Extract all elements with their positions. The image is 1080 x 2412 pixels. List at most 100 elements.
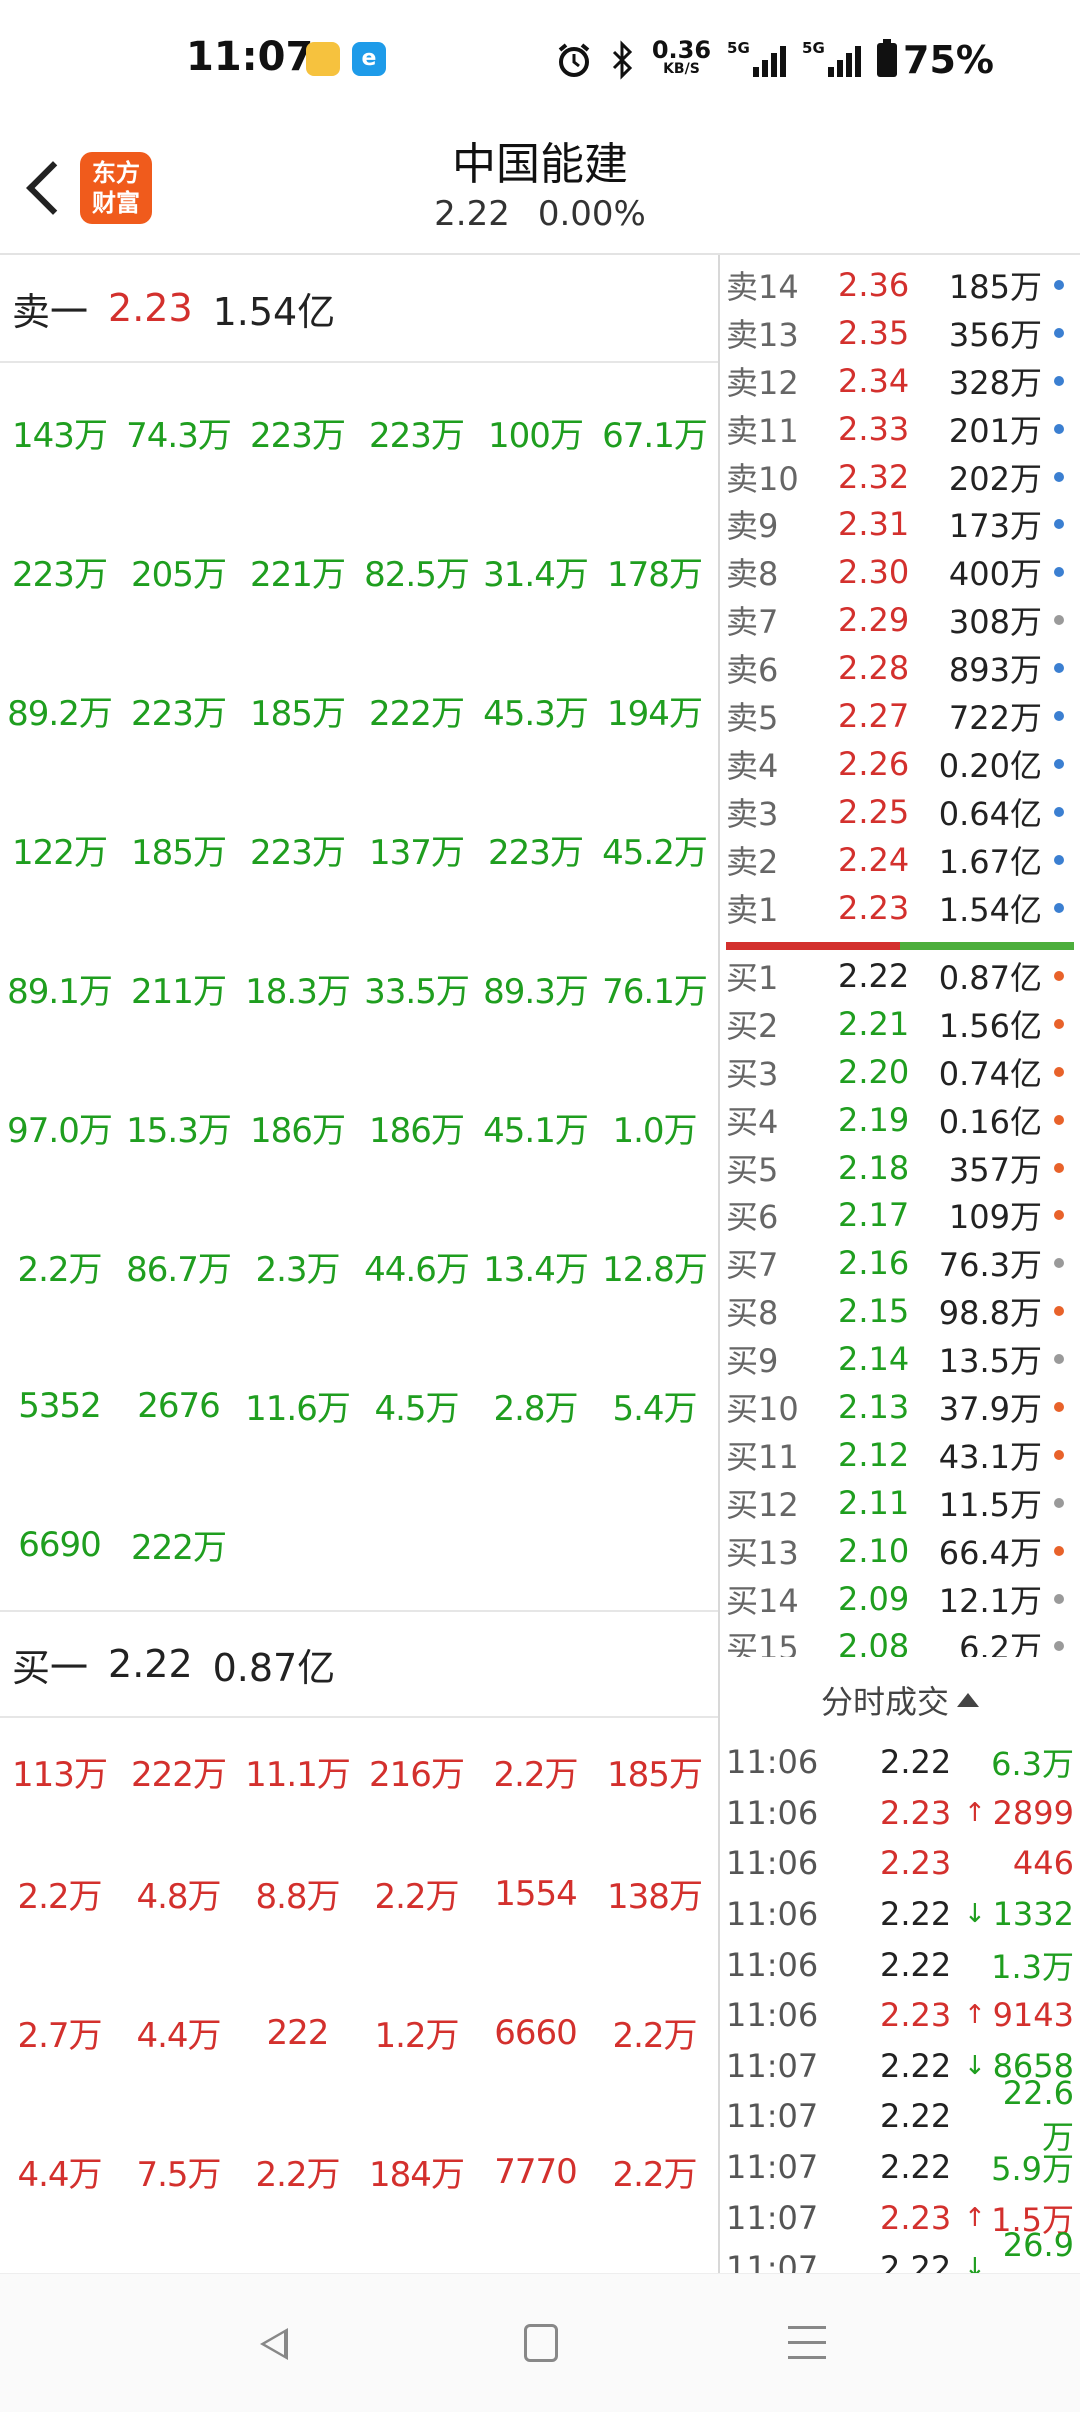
queue-cell: 222万: [131, 1528, 227, 1568]
book-level-label: 买2: [726, 1006, 779, 1045]
alarm-icon: [558, 43, 590, 77]
order-book-row[interactable]: 卖12 2.34 328万: [720, 357, 1080, 405]
ticks-header[interactable]: 分时成交: [720, 1665, 1080, 1735]
book-level-price: 2.36: [838, 265, 910, 304]
queue-cell: 2.7万: [17, 2016, 102, 2056]
sell1-volume: 1.54亿: [212, 289, 336, 334]
queue-cell: 2.2万: [374, 1877, 459, 1917]
order-book-row[interactable]: 买13 2.10 66.4万: [720, 1527, 1080, 1575]
arrow-down-icon: ↓: [964, 1899, 986, 1930]
system-nav-bar: [0, 2273, 1080, 2412]
order-book-row[interactable]: 买4 2.19 0.16亿: [720, 1096, 1080, 1144]
book-level-label: 买6: [726, 1198, 779, 1237]
order-book-row[interactable]: 卖13 2.35 356万: [720, 309, 1080, 357]
order-book-row[interactable]: 卖5 2.27 722万: [720, 692, 1080, 740]
order-book-row[interactable]: 卖7 2.29 308万: [720, 596, 1080, 644]
order-book-row[interactable]: 买11 2.12 43.1万: [720, 1431, 1080, 1479]
queue-row: 4.4万 7.5万 2.2万 184万 7770 2.2万: [0, 2102, 718, 2241]
queue-cell: 2.2万: [255, 2155, 340, 2195]
nav-menu-icon[interactable]: [788, 2326, 826, 2360]
order-book-row[interactable]: 买1 2.22 0.87亿: [720, 952, 1080, 1000]
order-book-row[interactable]: 卖14 2.36 185万: [720, 261, 1080, 309]
order-book-row[interactable]: 买8 2.15 98.8万: [720, 1287, 1080, 1335]
queue-cell: 2.2万: [17, 1877, 102, 1917]
order-book-row[interactable]: 买6 2.17 109万: [720, 1191, 1080, 1239]
queue-cell: 89.3万: [483, 972, 589, 1012]
book-level-price: 2.27: [838, 696, 910, 735]
book-dot-icon: [1054, 1114, 1064, 1125]
order-book-row[interactable]: 买10 2.13 37.9万: [720, 1383, 1080, 1431]
queue-cell: 74.3万: [126, 416, 232, 456]
queue-row: 97.0万 15.3万 186万 186万 45.1万 1.0万: [0, 1058, 718, 1197]
queue-cell: 223万: [369, 416, 465, 456]
book-level-volume: 173万: [948, 507, 1042, 546]
tick-price: 2.22: [880, 1895, 952, 1934]
status-bar: 11:07 e 0.36 KB/S 5G 5G 75%: [0, 0, 1080, 120]
order-book-row[interactable]: 买2 2.21 1.56亿: [720, 1000, 1080, 1048]
book-dot-icon: [1054, 375, 1064, 386]
queue-cell: 2.2万: [612, 2155, 697, 2195]
order-book-row[interactable]: 卖2 2.24 1.67亿: [720, 836, 1080, 884]
sell1-price: 2.23: [108, 286, 193, 330]
queue-cell: 223万: [131, 694, 227, 734]
order-book-row[interactable]: 卖1 2.23 1.54亿: [720, 884, 1080, 932]
book-level-label: 卖2: [726, 842, 779, 881]
order-book-row[interactable]: 卖3 2.25 0.64亿: [720, 788, 1080, 836]
queue-row: 2.2万 86.7万 2.3万 44.6万 13.4万 12.8万: [0, 1197, 718, 1336]
book-dot-icon: [1054, 615, 1064, 626]
order-queue-panel[interactable]: 卖一 2.23 1.54亿 143万 74.3万 223万 223万 100万 67.1万…: [0, 255, 718, 2273]
order-book-panel[interactable]: 卖14 2.36 185万 卖13 2.35 356万 卖12 2.34 328万 卖11 2.33…: [720, 255, 1080, 2308]
queue-row: 223万 205万 221万 82.5万 31.4万 178万: [0, 502, 718, 641]
order-book-row[interactable]: 卖8 2.30 400万: [720, 548, 1080, 596]
nav-back-icon[interactable]: [256, 2324, 292, 2364]
tick-price: 2.22: [880, 2148, 952, 2187]
net-speed-value: 0.36: [651, 36, 712, 64]
tick-price: 2.23: [880, 1996, 952, 2035]
order-book-row[interactable]: 买12 2.11 11.5万: [720, 1479, 1080, 1527]
tick-volume: 2899: [992, 1793, 1074, 1832]
sell1-label: 卖一: [12, 289, 89, 334]
tick-time: 11:06: [726, 1793, 819, 1832]
nav-home-icon[interactable]: [524, 2324, 558, 2362]
order-book-row[interactable]: 卖10 2.32 202万: [720, 453, 1080, 501]
book-dot-icon: [1054, 1018, 1064, 1029]
book-level-label: 卖8: [726, 555, 779, 594]
order-book-row[interactable]: 买5 2.18 357万: [720, 1144, 1080, 1192]
order-book-row[interactable]: 卖9 2.31 173万: [720, 500, 1080, 548]
order-book-buy[interactable]: 买1 2.22 0.87亿 买2 2.21 1.56亿 买3 2.20 0.74亿 买4 2.19 0…: [720, 952, 1080, 1657]
order-book-row[interactable]: 买15 2.08 6.2万: [720, 1622, 1080, 1657]
order-book-row[interactable]: 卖4 2.26 0.20亿: [720, 740, 1080, 788]
queue-cell: 178万: [607, 555, 703, 595]
queue-cell: 45.1万: [483, 1111, 589, 1151]
signal-label-2: 5G: [802, 39, 825, 57]
book-dot-icon: [1054, 1497, 1064, 1508]
queue-cell: 2.2万: [17, 1250, 102, 1290]
queue-cell: 211万: [131, 972, 227, 1012]
book-level-label: 买14: [726, 1581, 799, 1620]
book-level-price: 2.23: [838, 888, 910, 927]
order-book-row[interactable]: 卖6 2.28 893万: [720, 644, 1080, 692]
queue-cell: 1.2万: [374, 2016, 459, 2056]
book-level-volume: 185万: [948, 267, 1042, 306]
queue-cell: 216万: [369, 1755, 465, 1795]
book-level-volume: 76.3万: [938, 1246, 1042, 1285]
order-book-row[interactable]: 买3 2.20 0.74亿: [720, 1048, 1080, 1096]
order-book-row[interactable]: 买9 2.14 13.5万: [720, 1335, 1080, 1383]
tick-volume: 5.9万: [991, 2150, 1074, 2189]
order-book-row[interactable]: 卖11 2.33 201万: [720, 405, 1080, 453]
tick-price: 2.22: [880, 2046, 952, 2085]
book-level-price: 2.18: [838, 1148, 910, 1187]
book-dot-icon: [1054, 519, 1064, 530]
queue-cell: 31.4万: [483, 555, 589, 595]
page-header: 东方 财富 中国能建 2.22 0.00%: [0, 120, 1080, 255]
queue-cell: 8.8万: [255, 1877, 340, 1917]
order-book-row[interactable]: 买14 2.09 12.1万: [720, 1575, 1080, 1623]
book-dot-icon: [1054, 327, 1064, 338]
book-dot-icon: [1054, 758, 1064, 769]
tick-list[interactable]: 11:06 2.22 6.3万 11:06 2.23 ↑ 2899 11:06 2.23 446 1…: [720, 1737, 1080, 2308]
order-book-row[interactable]: 买7 2.16 76.3万: [720, 1239, 1080, 1287]
tick-row: 11:06 2.22 6.3万: [720, 1737, 1080, 1788]
queue-cell: 186万: [369, 1111, 465, 1151]
tick-row: 11:06 2.23 ↑ 2899: [720, 1788, 1080, 1839]
queue-cell: 205万: [131, 555, 227, 595]
